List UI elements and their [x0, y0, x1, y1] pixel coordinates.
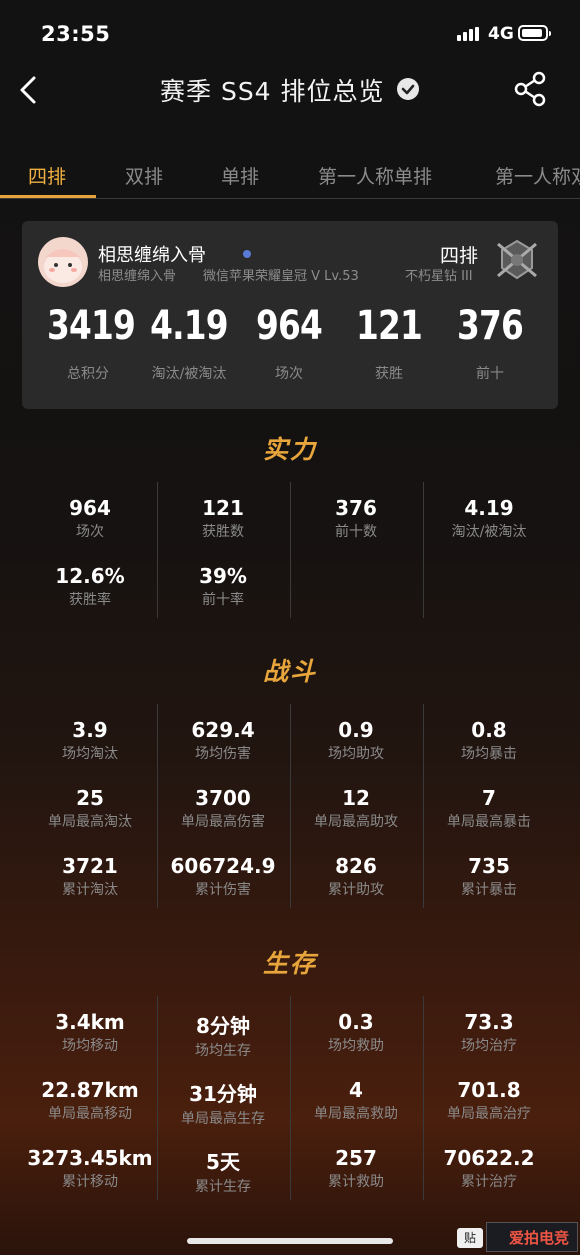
- stat-cell: 3273.45km 累计移动: [27, 1146, 153, 1190]
- combat-grid: 3.9 场均淘汰 629.4 场均伤害 0.9 场均助攻 0.8 场均暴击 25 单局最高…: [24, 704, 556, 908]
- stat-cell: 25 单局最高淘汰: [48, 786, 132, 830]
- share-icon: [514, 71, 546, 107]
- survival-grid: 3.4km 场均移动 8分钟 场均生存 0.3 场均救助 73.3 场均治疗 22.87…: [24, 996, 556, 1200]
- rank-badge-icon: [494, 238, 540, 282]
- player-subname: 相思缠绵入骨: [98, 269, 177, 284]
- avatar[interactable]: [38, 237, 88, 287]
- stat-cell: 4 单局最高救助: [314, 1078, 398, 1122]
- site-watermark-logo: 爱拍电竞: [486, 1222, 578, 1252]
- stat-cell: 73.3 场均治疗: [461, 1010, 517, 1054]
- stat-total-score: 3419 总积分: [47, 303, 136, 382]
- section-title-combat: 战斗: [262, 657, 317, 686]
- network-type: 4G: [488, 24, 514, 44]
- strength-grid: 964 场次 121 获胜数 376 前十数 4.19 淘汰/被淘汰 12.6% 获胜率 …: [24, 482, 556, 618]
- section-title-survival: 生存: [262, 949, 317, 978]
- stat-cell: 121 获胜数: [202, 496, 244, 540]
- chevron-left-icon: [20, 76, 36, 104]
- mode-tabs: 四排 双排 单排 第一人称单排 第一人称双排: [0, 158, 580, 199]
- stat-cell: 12 单局最高助攻: [314, 786, 398, 830]
- tab-squad[interactable]: 四排: [28, 162, 66, 189]
- stat-cell: 629.4 场均伤害: [191, 718, 255, 762]
- status-bar: 23:55 4G: [0, 0, 580, 62]
- active-tab-indicator: [0, 195, 96, 198]
- tab-fpp-duo[interactable]: 第一人称双排: [495, 162, 580, 189]
- back-button[interactable]: [14, 72, 44, 108]
- tab-fpp-solo[interactable]: 第一人称单排: [318, 162, 432, 189]
- stat-cell: 606724.9 累计伤害: [170, 854, 276, 898]
- tab-solo[interactable]: 单排: [221, 162, 259, 189]
- stat-cell: 3721 累计淘汰: [62, 854, 118, 898]
- online-dot: [243, 250, 251, 258]
- stat-cell: 3.4km 场均移动: [55, 1010, 125, 1054]
- section-title-strength: 实力: [262, 435, 317, 464]
- stat-cell: 22.87km 单局最高移动: [41, 1078, 139, 1122]
- home-indicator[interactable]: [187, 1238, 393, 1244]
- player-platform: 微信苹果荣耀皇冠 V Lv.53: [203, 269, 359, 284]
- stat-cell: 3.9 场均淘汰: [62, 718, 118, 762]
- stat-cell: 257 累计救助: [328, 1146, 384, 1190]
- stat-cell: 70622.2 累计治疗: [443, 1146, 535, 1190]
- stat-cell: 5天 累计生存: [195, 1150, 251, 1195]
- stat-matches: 964 场次: [255, 303, 323, 382]
- battery-icon: [518, 25, 551, 41]
- tab-duo[interactable]: 双排: [125, 162, 163, 189]
- stat-cell: 39% 前十率: [199, 564, 247, 608]
- status-time: 23:55: [41, 22, 111, 46]
- share-button[interactable]: [512, 70, 548, 108]
- stat-cell: 12.6% 获胜率: [55, 564, 125, 608]
- stat-cell: 376 前十数: [335, 496, 377, 540]
- stat-wins: 121 获胜: [355, 303, 423, 382]
- stat-cell: 735 累计暴击: [461, 854, 517, 898]
- stat-cell: 8分钟 场均生存: [195, 1014, 251, 1059]
- stat-cell: 7 单局最高暴击: [447, 786, 531, 830]
- page-title: 赛季 SS4 排位总览: [160, 77, 385, 106]
- verified-check-icon[interactable]: [397, 78, 419, 100]
- stat-cell: 826 累计助攻: [328, 854, 384, 898]
- stat-cell: 964 场次: [69, 496, 111, 540]
- stat-cell: 31分钟 单局最高生存: [181, 1082, 265, 1127]
- stat-cell: 0.8 场均暴击: [461, 718, 517, 762]
- stat-cell: 0.9 场均助攻: [328, 718, 384, 762]
- stat-cell: 701.8 单局最高治疗: [447, 1078, 531, 1122]
- profile-card: 相思缠绵入骨 相思缠绵入骨 微信苹果荣耀皇冠 V Lv.53 不朽星钻 III …: [22, 221, 558, 409]
- stat-cell: 4.19 淘汰/被淘汰: [451, 496, 527, 540]
- stat-cell: 3700 单局最高伤害: [181, 786, 265, 830]
- sticker-badge: 贴: [457, 1228, 483, 1248]
- stat-top10: 376 前十: [456, 303, 524, 382]
- stat-cell: 0.3 场均救助: [328, 1010, 384, 1054]
- player-name: 相思缠绵入骨: [98, 245, 206, 266]
- mode-label: 四排: [440, 245, 479, 267]
- stat-kd: 4.19 淘汰/被淘汰: [150, 303, 228, 382]
